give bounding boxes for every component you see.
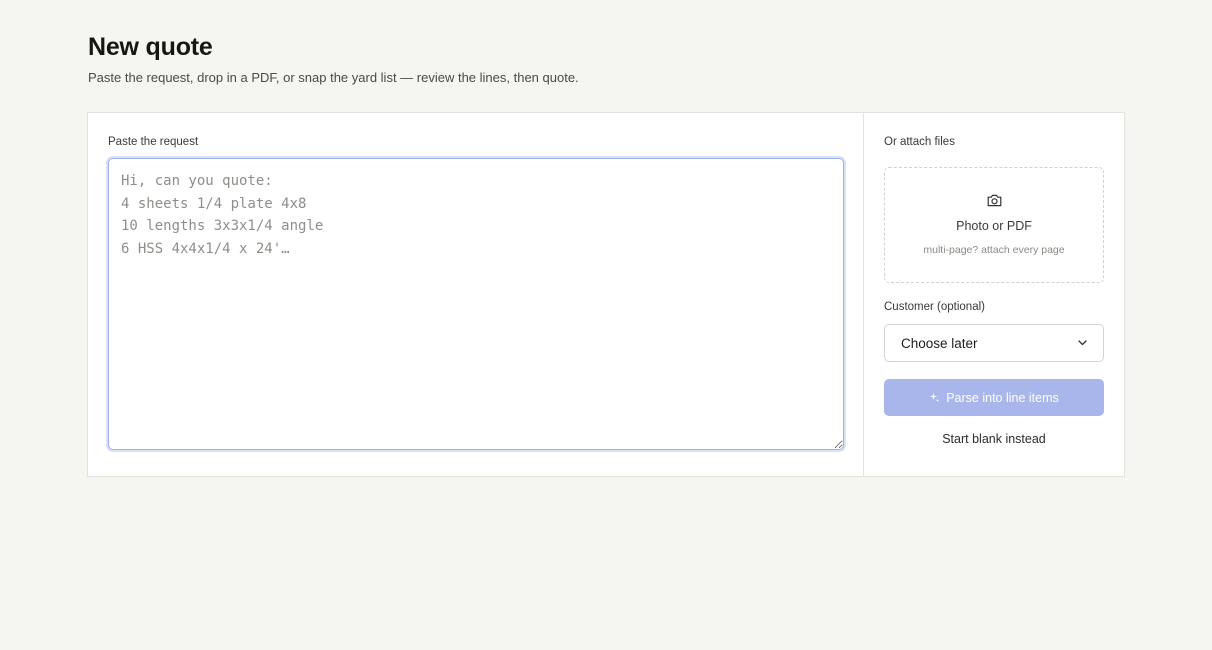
chevron-down-icon (1078, 340, 1087, 346)
attach-pane: Or attach files Photo or PDF multi-page?… (864, 113, 1124, 476)
attach-label: Or attach files (884, 136, 955, 148)
start-blank-link[interactable]: Start blank instead (884, 432, 1104, 446)
sparkle-icon (930, 393, 940, 402)
page-subtitle: Paste the request, drop in a PDF, or sna… (88, 70, 579, 85)
dropzone-hint: multi-page? attach every page (923, 244, 1065, 256)
new-quote-page: New quote Paste the request, drop in a P… (0, 0, 1212, 650)
parse-button-label: Parse into line items (946, 390, 1059, 405)
customer-select-value: Choose later (901, 335, 978, 351)
file-dropzone[interactable]: Photo or PDF multi-page? attach every pa… (884, 167, 1104, 283)
parse-button[interactable]: Parse into line items (884, 379, 1104, 416)
customer-label: Customer (optional) (884, 301, 985, 313)
camera-icon (987, 194, 1002, 207)
customer-select[interactable]: Choose later (884, 324, 1104, 362)
quote-input-card: Paste the request Or attach files Photo … (87, 112, 1125, 477)
dropzone-title: Photo or PDF (956, 219, 1032, 233)
request-label: Paste the request (108, 136, 199, 148)
request-pane: Paste the request (88, 113, 864, 476)
page-title: New quote (88, 33, 213, 61)
request-textarea[interactable] (108, 158, 844, 450)
